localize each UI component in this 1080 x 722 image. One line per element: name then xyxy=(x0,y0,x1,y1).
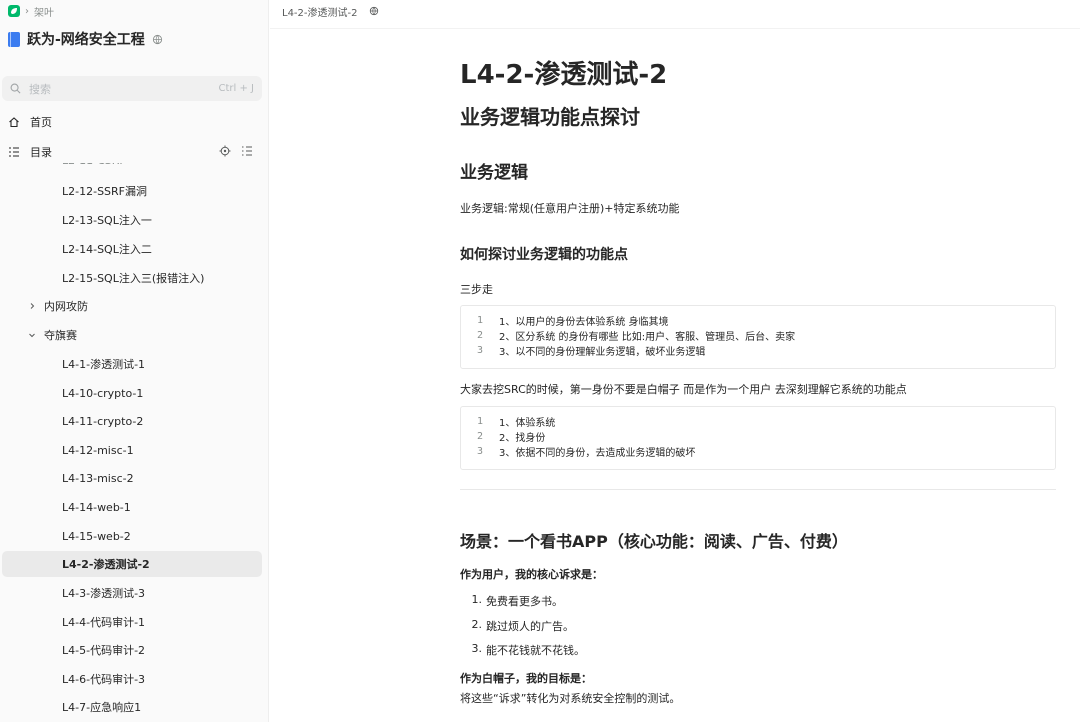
toc-item[interactable]: L4-6-代码审计-3 xyxy=(2,666,262,692)
code-line: 3 3、依据不同的身份，去造成业务逻辑的破坏 xyxy=(461,444,1055,459)
code-text: 2、找身份 xyxy=(499,433,546,444)
public-icon xyxy=(152,34,162,44)
list-item: 3. 能不花钱就不花钱。 xyxy=(460,642,586,658)
public-icon xyxy=(370,6,379,16)
code-text: 3、依据不同的身份，去造成业务逻辑的破坏 xyxy=(499,448,696,459)
search-input[interactable]: 搜索 Ctrl + J xyxy=(2,76,262,101)
doc-breadcrumb[interactable]: L4-2-渗透测试-2 xyxy=(282,4,357,19)
sidebar-item-toc-label: 目录 xyxy=(30,146,52,159)
toc-group-intranet[interactable]: 内网攻防 xyxy=(2,293,262,319)
toc-tools xyxy=(219,145,253,157)
book-icon xyxy=(8,31,20,47)
code-text: 2、区分系统 的身份有哪些 比如:用户、客服、管理员、后台、卖家 xyxy=(499,332,796,343)
divider xyxy=(460,489,1056,490)
toc-item[interactable]: L4-11-crypto-2 xyxy=(2,408,262,434)
code-line: 2 2、找身份 xyxy=(461,429,1055,444)
list-number: 3. xyxy=(471,642,483,655)
space-breadcrumb[interactable]: › 架叶 xyxy=(8,4,54,19)
app-logo-icon xyxy=(8,5,20,17)
home-icon xyxy=(9,117,19,128)
toc-item[interactable]: L4-3-渗透测试-3 xyxy=(2,580,262,606)
section-heading-business-logic: 业务逻辑 xyxy=(460,163,528,183)
code-text: 1、以用户的身份去体验系统 身临其境 xyxy=(499,317,669,328)
code-text: 1、体验系统 xyxy=(499,418,556,429)
bold-label: 作为用户，我的核心诉求是： xyxy=(460,568,603,581)
space-name[interactable]: 架叶 xyxy=(34,4,54,19)
paragraph: 大家去挖SRC的时候，第一身份不要是白帽子 而是作为一个用户 去深刻理解它系统的… xyxy=(460,383,907,396)
toc-group-label: 内网攻防 xyxy=(44,300,88,313)
toc-group-label: 夺旗赛 xyxy=(44,329,77,342)
section-heading-scenario: 场景：一个看书APP（核心功能：阅读、广告、付费） xyxy=(460,532,848,551)
toc-item-active[interactable]: L4-2-渗透测试-2 xyxy=(2,551,262,577)
toc-item[interactable]: L4-13-misc-2 xyxy=(2,465,262,491)
code-block-approach[interactable]: 1 1、体验系统 2 2、找身份 3 3、依据不同的身份，去造成业务逻辑的破坏 xyxy=(460,406,1056,470)
doc-header: L4-2-渗透测试-2 xyxy=(270,0,1080,22)
search-icon xyxy=(10,83,21,94)
section-heading-explore: 如何探讨业务逻辑的功能点 xyxy=(460,247,628,263)
toc-item[interactable]: L2-13-SQL注入一 xyxy=(2,207,262,233)
doc-subtitle: 业务逻辑功能点探讨 xyxy=(460,105,640,129)
toc-item[interactable]: L4-14-web-1 xyxy=(2,494,262,520)
line-number: 2 xyxy=(476,431,484,442)
collapse-list-icon[interactable] xyxy=(241,145,253,157)
toc-group-ctf[interactable]: 夺旗赛 xyxy=(2,322,262,348)
search-placeholder: 搜索 xyxy=(29,82,51,96)
sidebar: › 架叶 跃为-网络安全工程 搜索 Ctrl + J 首页 目录 L2-12-S… xyxy=(0,0,269,722)
sidebar-item-home-label: 首页 xyxy=(30,116,52,129)
line-number: 2 xyxy=(476,330,484,341)
toc-item[interactable]: L4-10-crypto-1 xyxy=(2,380,262,406)
list-text: 免费看更多书。 xyxy=(486,595,563,608)
code-line: 1 1、体验系统 xyxy=(461,414,1055,429)
list-item: 1. 免费看更多书。 xyxy=(460,593,564,609)
list-item: 2. 跳过烦人的广告。 xyxy=(460,618,575,634)
toc-item[interactable]: L4-12-misc-1 xyxy=(2,437,262,463)
paragraph: 三步走 xyxy=(460,283,493,296)
doc-title: L4-2-渗透测试-2 xyxy=(460,60,668,90)
code-block-steps[interactable]: 1 1、以用户的身份去体验系统 身临其境 2 2、区分系统 的身份有哪些 比如:… xyxy=(460,305,1056,369)
list-number: 1. xyxy=(471,593,483,606)
code-text: 3、以不同的身份理解业务逻辑，破坏业务逻辑 xyxy=(499,347,706,358)
line-number: 3 xyxy=(476,446,484,457)
locate-icon[interactable] xyxy=(219,145,231,157)
list-text: 跳过烦人的广告。 xyxy=(486,620,574,633)
code-line: 2 2、区分系统 的身份有哪些 比如:用户、客服、管理员、后台、卖家 xyxy=(461,328,1055,343)
header-divider xyxy=(270,28,1080,29)
paragraph: 将这些“诉求”转化为对系统安全控制的测试。 xyxy=(460,692,681,705)
app-window: › 架叶 跃为-网络安全工程 搜索 Ctrl + J 首页 目录 L2-12-S… xyxy=(0,0,1080,722)
code-line: 3 3、以不同的身份理解业务逻辑，破坏业务逻辑 xyxy=(461,343,1055,358)
toc-item[interactable]: L2-11-CSRF xyxy=(2,163,262,173)
toc-tree: L2-11-CSRF L2-12-SSRF漏洞 L2-13-SQL注入一 L2-… xyxy=(0,163,268,722)
line-number: 1 xyxy=(476,315,484,326)
list-icon xyxy=(9,147,19,157)
list-number: 2. xyxy=(471,618,483,631)
toc-item[interactable]: L4-5-代码审计-2 xyxy=(2,637,262,663)
toc-item[interactable]: L2-12-SSRF漏洞 xyxy=(2,178,262,204)
paragraph: 业务逻辑:常规(任意用户注册)+特定系统功能 xyxy=(460,202,680,215)
toc-item[interactable]: L4-15-web-2 xyxy=(2,523,262,549)
bold-label: 作为白帽子，我的目标是： xyxy=(460,672,592,685)
code-line: 1 1、以用户的身份去体验系统 身临其境 xyxy=(461,313,1055,328)
toc-item[interactable]: L2-15-SQL注入三(报错注入) xyxy=(2,265,262,291)
toc-item[interactable]: L2-14-SQL注入二 xyxy=(2,236,262,262)
search-shortcut: Ctrl + J xyxy=(218,83,254,94)
line-number: 1 xyxy=(476,416,484,427)
toc-item[interactable]: L4-7-应急响应1 xyxy=(2,694,262,720)
book-title[interactable]: 跃为-网络安全工程 xyxy=(27,29,145,49)
chevron-down-icon[interactable] xyxy=(28,331,36,339)
chevron-right-icon: › xyxy=(25,5,29,17)
book-header[interactable]: 跃为-网络安全工程 xyxy=(8,29,163,49)
line-number: 3 xyxy=(476,345,484,356)
sidebar-item-home[interactable]: 首页 xyxy=(8,113,52,131)
main-content: L4-2-渗透测试-2 L4-2-渗透测试-2 业务逻辑功能点探讨 业务逻辑 业… xyxy=(270,0,1080,722)
sidebar-item-toc[interactable]: 目录 xyxy=(8,143,52,161)
toc-item[interactable]: L4-1-渗透测试-1 xyxy=(2,351,262,377)
list-text: 能不花钱就不花钱。 xyxy=(486,644,585,657)
chevron-right-icon[interactable] xyxy=(28,302,36,310)
toc-item[interactable]: L4-4-代码审计-1 xyxy=(2,609,262,635)
